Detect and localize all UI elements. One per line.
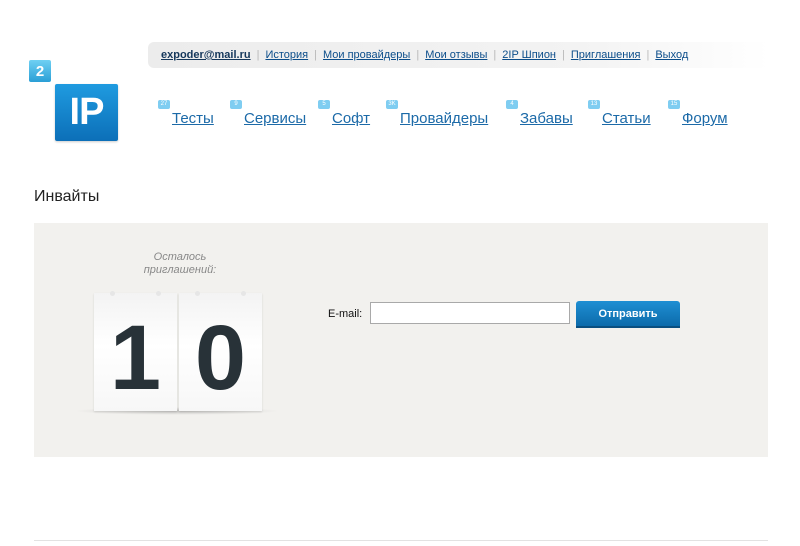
footer-divider — [34, 540, 768, 541]
counter-digit: 0 — [194, 307, 247, 409]
card-hole — [110, 291, 115, 296]
nav-badge: 4 — [506, 100, 518, 109]
card-hole — [241, 291, 246, 296]
nav-link-soft[interactable]: Софт — [332, 110, 370, 127]
logo-small-square: 2 — [29, 60, 51, 82]
nav-link-providers[interactable]: Провайдеры — [400, 110, 488, 127]
user-email-link[interactable]: expoder@mail.ru — [161, 49, 251, 61]
history-link[interactable]: История — [265, 49, 308, 61]
my-reviews-link[interactable]: Мои отзывы — [425, 49, 487, 61]
nav-badge: 3K — [386, 100, 398, 109]
nav-badge: 15 — [668, 100, 680, 109]
page-title: Инвайты — [34, 188, 100, 205]
divider: | — [646, 49, 650, 61]
nav-badge: 5 — [318, 100, 330, 109]
counter-digit: 1 — [109, 307, 162, 409]
invite-panel: Осталось приглашений: 1 0 E-mail: Отправ… — [34, 223, 768, 457]
nav-link-services[interactable]: Сервисы — [244, 110, 306, 127]
page: 2 IP expoder@mail.ru | История | Мои про… — [0, 0, 800, 546]
divider: | — [562, 49, 565, 61]
card-hole — [156, 291, 161, 296]
nav-link-tests[interactable]: Тесты — [172, 110, 214, 127]
invitations-link[interactable]: Приглашения — [571, 49, 641, 61]
remaining-invites-label: Осталось приглашений: — [143, 251, 217, 276]
nav-badge: 27 — [158, 100, 170, 109]
counter-card: 0 — [179, 291, 262, 411]
divider: | — [314, 49, 317, 61]
divider: | — [416, 49, 420, 61]
logout-link[interactable]: Выход — [655, 49, 688, 61]
divider: | — [493, 49, 497, 61]
nav-badge: 9 — [230, 100, 242, 109]
send-invite-button[interactable]: Отправить — [576, 301, 680, 326]
my-providers-link[interactable]: Мои провайдеры — [323, 49, 410, 61]
card-hole — [195, 291, 200, 296]
nav-link-forum[interactable]: Форум — [682, 110, 728, 127]
logo-main-square: IP — [55, 84, 118, 141]
counter-card: 1 — [94, 291, 177, 411]
divider: | — [256, 49, 260, 61]
spy-link[interactable]: 2IP Шпион — [502, 49, 556, 61]
nav-badge: 13 — [588, 100, 600, 109]
user-bar: expoder@mail.ru | История | Мои провайде… — [148, 42, 769, 68]
nav-link-articles[interactable]: Статьи — [602, 110, 651, 127]
site-logo[interactable]: 2 IP — [29, 60, 119, 142]
email-field[interactable] — [370, 302, 570, 324]
email-label: E-mail: — [328, 308, 363, 320]
nav-link-fun[interactable]: Забавы — [520, 110, 573, 127]
